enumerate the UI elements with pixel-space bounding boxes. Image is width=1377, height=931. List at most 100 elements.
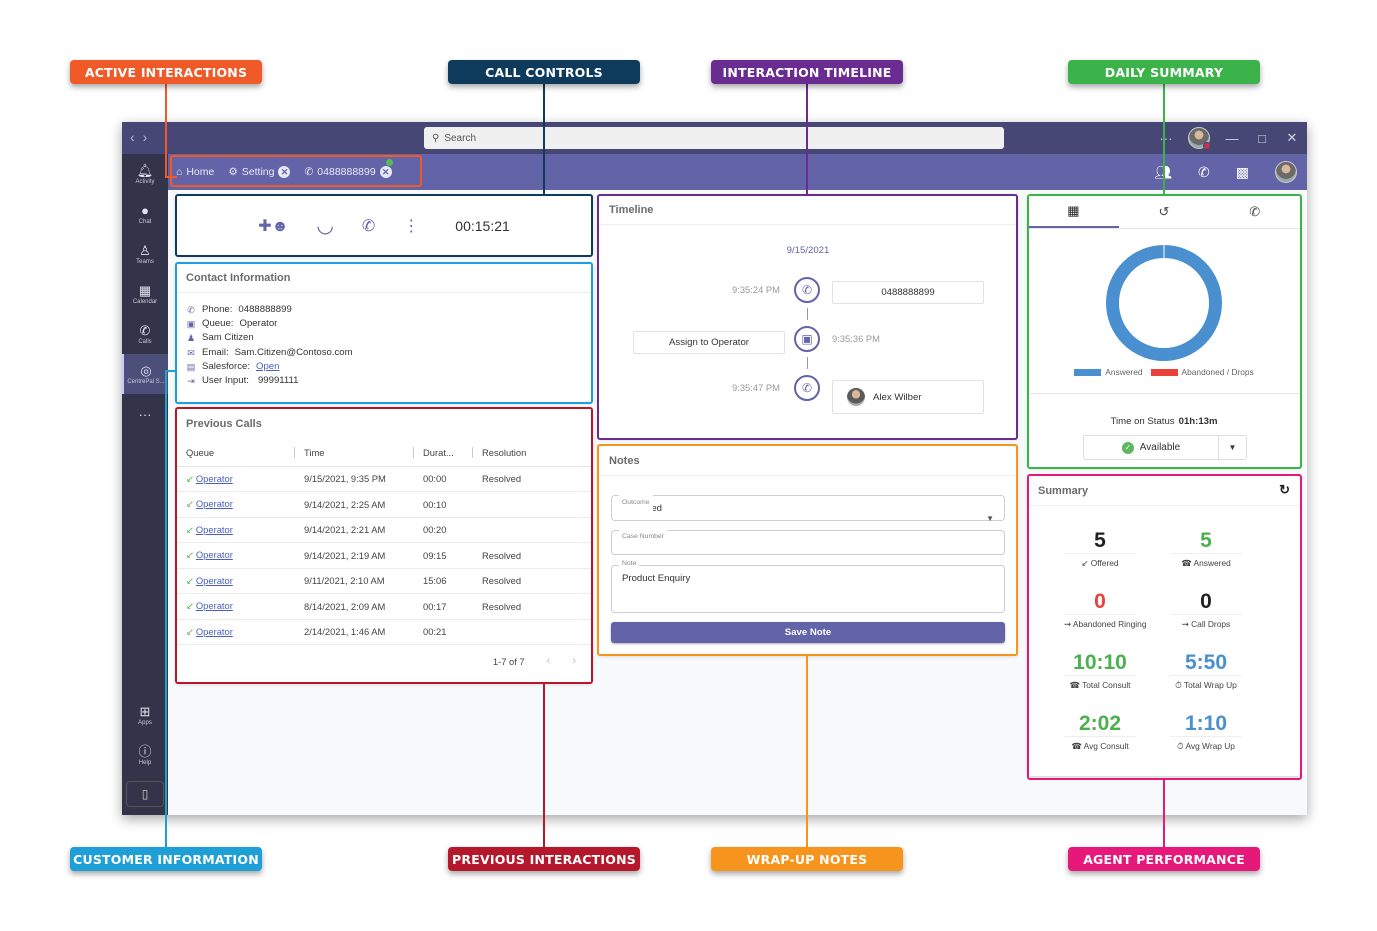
- stat-call-drops: 0 ⇝ Call Drops: [1170, 589, 1242, 629]
- column-header[interactable]: Time: [294, 439, 413, 467]
- incoming-arrow-icon: ↙: [1081, 558, 1089, 568]
- table-row[interactable]: ↙ Operator 9/11/2021, 2:10 AM 15:06 Resol…: [176, 568, 592, 594]
- stat-value: 1:10: [1170, 711, 1242, 737]
- main-content: ✚☻ ◡ ✆ ⋮ 00:15:21 Contact Information ✆ P…: [168, 190, 1307, 815]
- dropdown-caret-icon: ▼: [1228, 443, 1237, 452]
- queue-cell: ↙ Operator: [176, 517, 294, 543]
- outcome-select[interactable]: Outcome Resolved ▼: [611, 490, 1005, 523]
- status-dropdown-button[interactable]: ▼: [1219, 436, 1246, 459]
- history-nav[interactable]: ‹›: [130, 129, 155, 145]
- queue-link[interactable]: Operator: [196, 524, 233, 535]
- resolution-cell: [472, 517, 592, 543]
- table-row[interactable]: ↙ Operator 9/15/2021, 9:35 PM 00:00 Resol…: [176, 466, 592, 492]
- rail-more[interactable]: ···: [122, 394, 168, 434]
- note-textarea[interactable]: Note Product Enquiry: [611, 560, 1005, 613]
- time-cell: 9/11/2021, 2:10 AM: [294, 568, 413, 594]
- tab-incoming-calls[interactable]: ✆: [1209, 195, 1300, 228]
- email-icon: ✉: [187, 347, 195, 358]
- search-input[interactable]: ⚲ Search: [424, 127, 1004, 149]
- column-header[interactable]: Durat...: [413, 439, 472, 467]
- save-note-button[interactable]: Save Note: [611, 622, 1005, 643]
- table-row[interactable]: ↙ Operator 2/14/2021, 1:46 AM 00:21: [176, 619, 592, 645]
- rail-item-help[interactable]: ⓘ Help: [122, 735, 168, 775]
- person-icon: ♟: [186, 333, 196, 344]
- status-selector[interactable]: ✓ Available ▼: [1083, 435, 1247, 460]
- legend-item-abandoned[interactable]: Abandoned / Drops: [1150, 367, 1254, 377]
- pagination: 1-7 of 7 ‹ ›: [176, 645, 592, 667]
- more-options-icon[interactable]: ⋮: [403, 216, 419, 236]
- stat-label: ⇝ Call Drops: [1181, 619, 1231, 629]
- stat-avg-consult: 2:02 ☎ Avg Consult: [1064, 711, 1136, 751]
- table-row[interactable]: ↙ Operator 9/14/2021, 2:21 AM 00:20: [176, 517, 592, 543]
- transfer-call-icon[interactable]: ✆: [362, 216, 375, 236]
- status-button[interactable]: ✓ Available: [1084, 436, 1219, 459]
- resolution-cell: Resolved: [472, 466, 592, 492]
- user-avatar[interactable]: [1188, 127, 1211, 150]
- connector-line: [1163, 84, 1165, 195]
- time-cell: 9/15/2021, 9:35 PM: [294, 466, 413, 492]
- next-page-button[interactable]: ›: [572, 655, 576, 667]
- incoming-arrow-icon: ↙: [186, 600, 194, 612]
- add-participant-icon[interactable]: ✚☻: [258, 216, 288, 236]
- rail-item-chat[interactable]: ● Chat: [122, 194, 168, 234]
- close-tab-icon[interactable]: ✕: [278, 166, 291, 178]
- rail-item-calendar[interactable]: ▦ Calendar: [122, 274, 168, 314]
- tab-history[interactable]: ↺: [1119, 195, 1210, 228]
- rail-item-activity[interactable]: 🔔︎ Activity: [122, 154, 168, 194]
- minimize-button[interactable]: —: [1217, 131, 1247, 146]
- rail-item-teams[interactable]: ♙ Teams: [122, 234, 168, 274]
- refresh-icon[interactable]: ↻: [1279, 482, 1290, 505]
- reports-icon[interactable]: ▩: [1236, 164, 1249, 181]
- event-time: 9:35:36 PM: [832, 333, 880, 344]
- queue-link[interactable]: Operator: [196, 473, 233, 484]
- rail-item-centrepal[interactable]: ◎ CentrePal S...: [122, 354, 168, 394]
- stat-offered: 5 ↙ Offered: [1064, 528, 1136, 568]
- phone-icon: ✆: [139, 322, 151, 338]
- queue-link[interactable]: Operator: [196, 626, 233, 637]
- table-row[interactable]: ↙ Operator 8/14/2021, 2:09 AM 00:17 Resol…: [176, 593, 592, 620]
- queue-link[interactable]: Operator: [196, 600, 233, 611]
- tab-home[interactable]: ⌂ Home: [176, 166, 214, 178]
- queue-link[interactable]: Operator: [196, 498, 233, 509]
- tab-call[interactable]: ✆ 0488888899 ✕: [304, 166, 392, 178]
- daily-summary-card: ▦ ↺ ✆ Answered Abandoned / Drops Time on…: [1028, 195, 1300, 467]
- hang-up-icon[interactable]: ◡: [316, 213, 333, 238]
- duration-cell: 00:00: [413, 466, 472, 492]
- contact-information-card: Contact Information ✆ Phone: 0488888899 ▣ Q…: [176, 263, 592, 402]
- legend-item-answered[interactable]: Answered: [1074, 367, 1143, 377]
- maximize-button[interactable]: □: [1247, 131, 1277, 146]
- rail-item-calls[interactable]: ✆ Calls: [122, 314, 168, 354]
- table-row[interactable]: ↙ Operator 9/14/2021, 2:25 AM 00:10: [176, 491, 592, 518]
- stat-value: 5: [1170, 528, 1242, 554]
- rail-item-apps[interactable]: ⊞ Apps: [122, 695, 168, 735]
- tab-dashboard[interactable]: ▦: [1028, 195, 1119, 228]
- stat-value: 5: [1064, 528, 1136, 554]
- case-number-input[interactable]: Case Number 99991111: [611, 525, 1005, 555]
- tab-setting[interactable]: ⚙ Setting ✕: [228, 166, 291, 178]
- more-options-icon[interactable]: ···: [1151, 131, 1181, 146]
- donut-slice-answered[interactable]: [1106, 245, 1222, 361]
- mobile-device-button[interactable]: ▯: [126, 781, 164, 807]
- close-button[interactable]: ✕: [1277, 130, 1307, 146]
- table-row[interactable]: ↙ Operator 9/14/2021, 2:19 AM 09:15 Resol…: [176, 542, 592, 569]
- column-header[interactable]: Queue: [176, 439, 294, 467]
- resolution-cell: Resolved: [472, 568, 592, 594]
- call-queue-icon[interactable]: ✆: [1198, 164, 1210, 181]
- bell-icon: 🔔︎: [136, 162, 154, 178]
- card-title: Summary ↻: [1028, 476, 1300, 506]
- connector-line: [806, 84, 808, 195]
- queue-link[interactable]: Operator: [196, 549, 233, 560]
- time-cell: 9/14/2021, 2:21 AM: [294, 517, 413, 543]
- profile-avatar[interactable]: [1275, 161, 1297, 183]
- queue-cell: ↙ Operator: [176, 619, 294, 645]
- queue-link[interactable]: Operator: [196, 575, 233, 586]
- active-interactions-tabs: ⌂ Home ⚙ Setting ✕ ✆ 0488888899 ✕: [176, 154, 392, 190]
- prev-page-button[interactable]: ‹: [547, 655, 551, 667]
- salesforce-open-link[interactable]: Open: [256, 360, 279, 374]
- pagination-label: 1-7 of 7: [492, 655, 525, 667]
- connector-line: [806, 655, 808, 847]
- column-header[interactable]: Resolution: [472, 439, 592, 467]
- previous-calls-table: Queue Time Durat... Resolution ↙ Operator…: [176, 439, 592, 645]
- close-tab-icon[interactable]: ✕: [379, 166, 392, 178]
- connector-line: [1163, 779, 1165, 847]
